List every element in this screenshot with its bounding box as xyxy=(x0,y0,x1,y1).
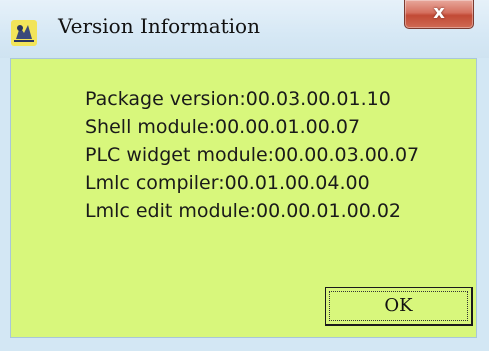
title-bar[interactable]: Version Information x xyxy=(0,0,489,58)
close-icon: x xyxy=(433,2,445,23)
ok-button-label: OK xyxy=(329,291,468,321)
window-title: Version Information xyxy=(58,14,260,38)
plc-widget-module-line: PLC widget module:00.00.03.00.07 xyxy=(85,144,420,166)
shell-module-line: Shell module:00.00.01.00.07 xyxy=(85,116,361,138)
lmlc-edit-module-line: Lmlc edit module:00.00.01.00.02 xyxy=(85,200,402,222)
package-version-line: Package version:00.03.00.01.10 xyxy=(85,88,391,110)
dialog-content: Package version:00.03.00.01.10 Shell mod… xyxy=(10,58,477,338)
window-bottom-border xyxy=(0,338,489,351)
version-information-dialog: Version Information x Package version:00… xyxy=(0,0,489,351)
application-icon xyxy=(10,19,38,47)
ok-button[interactable]: OK xyxy=(325,287,473,326)
close-button[interactable]: x xyxy=(404,0,474,29)
version-info-list: Package version:00.03.00.01.10 Shell mod… xyxy=(85,85,419,225)
lmlc-compiler-line: Lmlc compiler:00.01.00.04.00 xyxy=(85,172,370,194)
